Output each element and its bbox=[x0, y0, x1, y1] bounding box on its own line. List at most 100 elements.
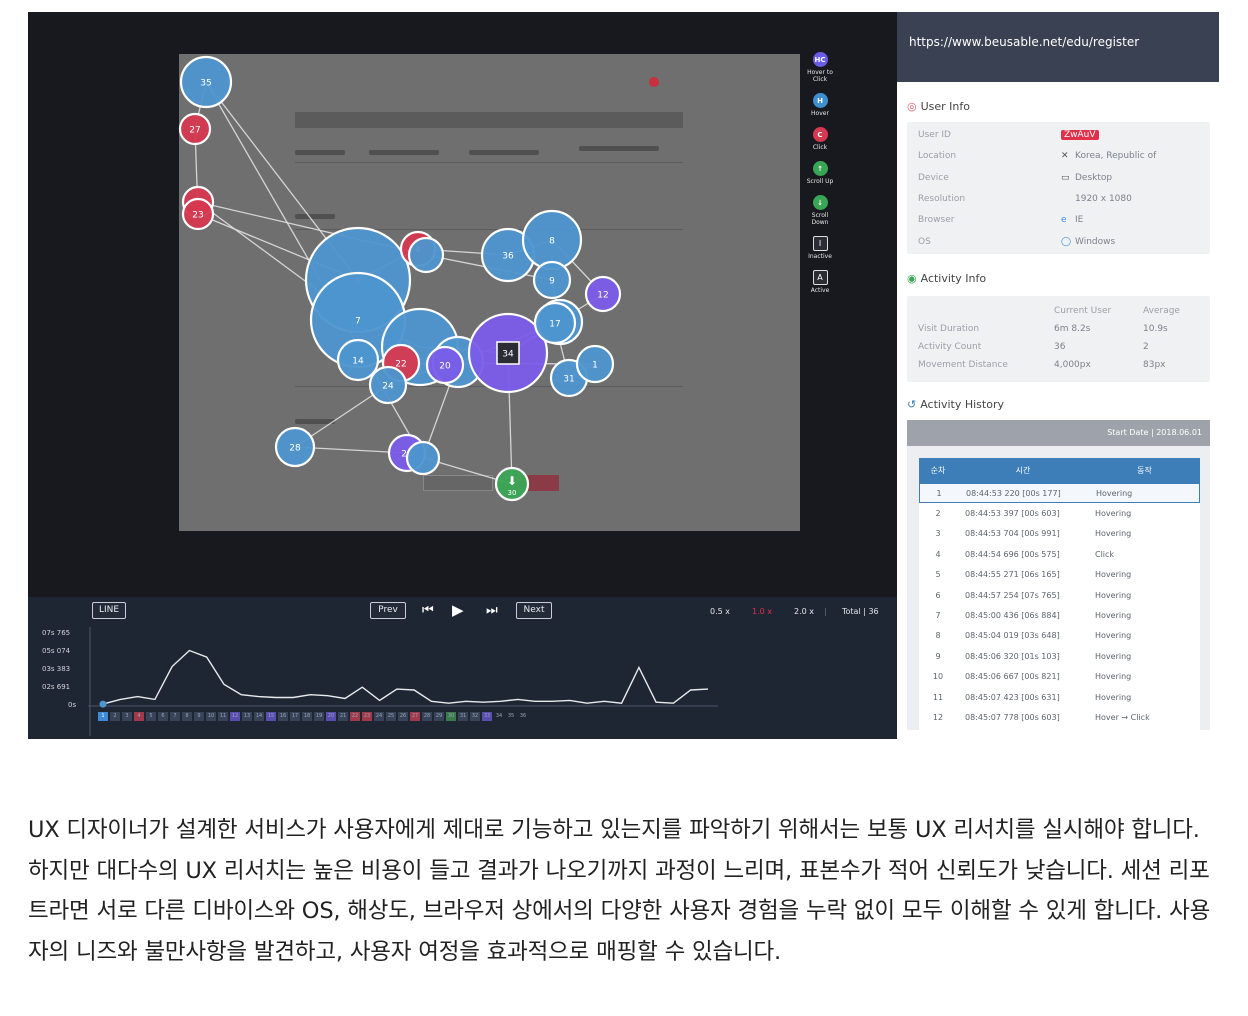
activity-info-title: Activity Info bbox=[920, 272, 987, 285]
user-info-key: User ID bbox=[918, 130, 951, 140]
activity-bubble[interactable]: 8 bbox=[521, 209, 583, 271]
history-row[interactable]: 9 08:45:06 320 [01s 103] Hovering bbox=[919, 646, 1200, 666]
timeline-step[interactable]: 22 bbox=[350, 712, 360, 721]
timeline-step[interactable]: 15 bbox=[266, 712, 276, 721]
activity-bubble[interactable]: 14 bbox=[336, 338, 380, 382]
desktop-icon: ▭ bbox=[1061, 172, 1070, 183]
timeline-step[interactable]: 30 bbox=[446, 712, 456, 721]
timeline-series-line bbox=[102, 649, 709, 705]
activity-bubble[interactable]: 12 bbox=[584, 275, 622, 313]
history-cell: 8 bbox=[935, 631, 941, 641]
timeline-step[interactable]: 10 bbox=[206, 712, 216, 721]
legend-click-icon: C bbox=[812, 127, 828, 142]
history-cell: 08:45:04 019 [03s 648] bbox=[965, 631, 1060, 641]
activity-bubble[interactable]: ⬇30 bbox=[494, 466, 530, 502]
timeline-step[interactable]: 33 bbox=[482, 712, 492, 721]
timeline-step[interactable]: 29 bbox=[434, 712, 444, 721]
legend-scroll-up-icon: ↑ bbox=[812, 161, 828, 176]
timeline-step[interactable]: 25 bbox=[386, 712, 396, 721]
activity-bubble[interactable]: 20 bbox=[425, 345, 465, 385]
history-row[interactable]: 12 08:45:07 778 [00s 603] Hover → Click bbox=[919, 707, 1200, 727]
history-cell: 08:45:07 778 [00s 603] bbox=[965, 712, 1060, 722]
timeline-step[interactable]: 6 bbox=[158, 712, 168, 721]
timeline-step[interactable]: 5 bbox=[146, 712, 156, 721]
history-cell: Click bbox=[1095, 549, 1115, 559]
history-row[interactable]: 10 08:45:06 667 [00s 821] Hovering bbox=[919, 667, 1200, 687]
bubble-label: 9 bbox=[549, 277, 555, 287]
timeline-step[interactable]: 18 bbox=[302, 712, 312, 721]
legend-item: HC Hover to Click bbox=[804, 52, 836, 83]
legend-item: H Hover bbox=[804, 93, 836, 117]
bubble-label: 34 bbox=[502, 350, 514, 360]
timeline-step[interactable]: 35 bbox=[506, 712, 516, 721]
history-row[interactable]: 4 08:44:54 696 [00s 575] Click bbox=[919, 544, 1200, 564]
timeline-step[interactable]: 36 bbox=[518, 712, 528, 721]
history-row[interactable]: 7 08:45:00 436 [06s 884] Hovering bbox=[919, 605, 1200, 625]
legend-item: C Click bbox=[804, 127, 836, 151]
activity-bubble[interactable]: 9 bbox=[532, 260, 572, 300]
activity-bubble[interactable]: 28 bbox=[274, 426, 316, 468]
timeline-playhead[interactable] bbox=[99, 700, 107, 708]
user-info-key: OS bbox=[918, 236, 931, 247]
history-box: 순차 시간 동작 1 08:44:53 220 [00s 177] Hovering 2 08… bbox=[907, 446, 1210, 730]
flag-icon: ✕ bbox=[1061, 151, 1069, 162]
legend-label: Click bbox=[812, 144, 828, 151]
legend-label: Inactive bbox=[808, 253, 832, 260]
legend-label: Active bbox=[810, 287, 830, 294]
timeline-step[interactable]: 32 bbox=[470, 712, 480, 721]
history-cell: 9 bbox=[935, 651, 941, 661]
history-cell: Hovering bbox=[1095, 651, 1132, 661]
activity-bubble[interactable] bbox=[405, 440, 441, 476]
legend-hover-icon: H bbox=[812, 93, 828, 108]
history-row[interactable]: 8 08:45:04 019 [03s 648] Hovering bbox=[919, 626, 1200, 646]
timeline-step[interactable]: 20 bbox=[326, 712, 336, 721]
history-row[interactable]: 1 08:44:53 220 [00s 177] Hovering bbox=[919, 483, 1200, 504]
timeline-step[interactable]: 16 bbox=[278, 712, 288, 721]
user-info-title: User Info bbox=[920, 100, 970, 113]
timeline-step[interactable]: 24 bbox=[374, 712, 384, 721]
bubble-label: 31 bbox=[563, 375, 574, 385]
timeline-step[interactable]: 34 bbox=[494, 712, 504, 721]
activity-bubble[interactable]: 35 bbox=[179, 55, 233, 109]
timeline-step[interactable]: 23 bbox=[362, 712, 372, 721]
activity-bubble[interactable] bbox=[407, 236, 445, 274]
history-row[interactable]: 6 08:44:57 254 [07s 765] Hovering bbox=[919, 585, 1200, 605]
timeline-step[interactable]: 2 bbox=[110, 712, 120, 721]
history-cell: Hovering bbox=[1095, 529, 1132, 539]
timeline-step[interactable]: 12 bbox=[230, 712, 240, 721]
timeline-step[interactable]: 28 bbox=[422, 712, 432, 721]
history-icon: ↺ bbox=[907, 398, 917, 411]
activity-bubble[interactable]: 27 bbox=[178, 112, 212, 146]
session-info-panel: https://www.beusable.net/edu/register ◎ U… bbox=[897, 12, 1219, 739]
timeline-step[interactable]: 9 bbox=[194, 712, 204, 721]
activity-current: 4,000px bbox=[1054, 360, 1091, 370]
activity-bubble[interactable]: 23 bbox=[181, 197, 215, 231]
timeline-step[interactable]: 8 bbox=[182, 712, 192, 721]
timeline-step[interactable]: 11 bbox=[218, 712, 228, 721]
timeline-step[interactable]: 26 bbox=[398, 712, 408, 721]
bubble-label: 1 bbox=[592, 361, 598, 371]
activity-bubble[interactable]: 1 bbox=[575, 344, 615, 384]
timeline-step[interactable]: 14 bbox=[254, 712, 264, 721]
activity-history-heading: ↺ Activity History bbox=[907, 398, 1004, 411]
timeline-step[interactable]: 21 bbox=[338, 712, 348, 721]
timeline-step[interactable]: 19 bbox=[314, 712, 324, 721]
history-row[interactable]: 2 08:44:53 397 [00s 603] Hovering bbox=[919, 503, 1200, 523]
history-row[interactable]: 5 08:44:55 271 [06s 165] Hovering bbox=[919, 565, 1200, 585]
timeline-step[interactable]: 7 bbox=[170, 712, 180, 721]
activity-info-heading: ◉ Activity Info bbox=[907, 272, 986, 285]
timeline-step[interactable]: 13 bbox=[242, 712, 252, 721]
timeline-step[interactable]: 31 bbox=[458, 712, 468, 721]
legend-label: Hover bbox=[811, 110, 829, 117]
activity-bubble[interactable]: 24 bbox=[368, 365, 408, 405]
timeline-step[interactable]: 3 bbox=[122, 712, 132, 721]
timeline-step[interactable]: 1 bbox=[98, 712, 108, 721]
bubble-label: 27 bbox=[189, 126, 200, 136]
history-row[interactable]: 11 08:45:07 423 [00s 631] Hovering bbox=[919, 687, 1200, 707]
activity-bubble[interactable]: 17 bbox=[533, 301, 577, 345]
bubble-label: 17 bbox=[549, 320, 560, 330]
timeline-step[interactable]: 27 bbox=[410, 712, 420, 721]
history-row[interactable]: 3 08:44:53 704 [00s 991] Hovering bbox=[919, 524, 1200, 544]
timeline-step[interactable]: 17 bbox=[290, 712, 300, 721]
timeline-step[interactable]: 4 bbox=[134, 712, 144, 721]
